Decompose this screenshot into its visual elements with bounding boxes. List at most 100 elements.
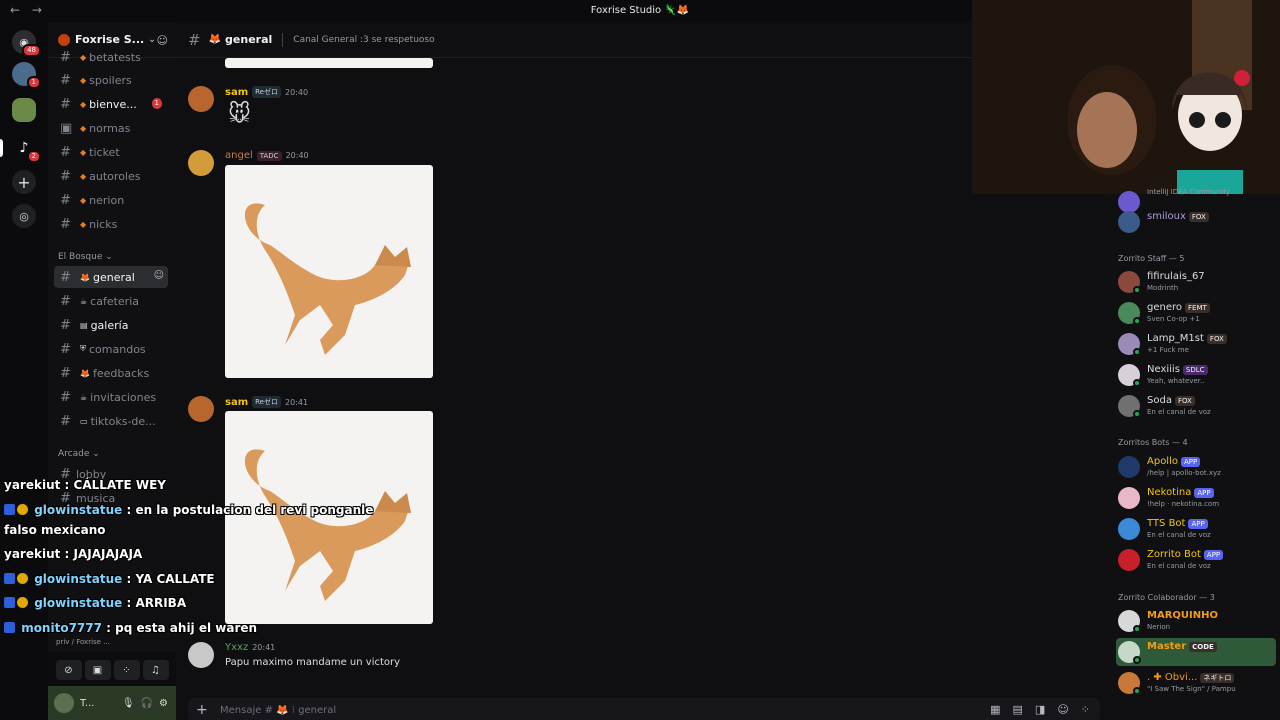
username: T... xyxy=(80,697,95,709)
diamond-icon: ◆ xyxy=(80,195,87,205)
diamond-icon: ◆ xyxy=(80,171,87,181)
member-item[interactable]: TTS Bot APP En el canal de voz xyxy=(1116,515,1276,543)
author-name[interactable]: sam xyxy=(225,397,248,408)
member-item[interactable]: Nekotina APP !help · nekotina.com xyxy=(1116,484,1276,512)
member-item[interactable]: Soda FOX En el canal de voz xyxy=(1116,392,1276,420)
avatar[interactable] xyxy=(188,86,214,112)
diamond-icon: ◆ xyxy=(80,75,87,85)
app-badge: APP xyxy=(1188,519,1208,529)
emoji-icon[interactable]: ☺ xyxy=(1057,703,1068,716)
member-item[interactable]: genero FEMT Sven Co-op +1 xyxy=(1116,299,1276,327)
channel-label: normas xyxy=(89,121,131,135)
category-el-bosque[interactable]: El Bosque ⌄ xyxy=(58,252,113,262)
chat-text: : YA CALLATE xyxy=(126,572,215,586)
member-item[interactable]: Zorrito Bot APP En el canal de voz xyxy=(1116,546,1276,574)
channel-ticket[interactable]: # ◆ ticket xyxy=(54,141,168,163)
member-name: Lamp_M1st FOX xyxy=(1147,333,1227,344)
avatar[interactable] xyxy=(54,693,74,713)
avatar[interactable] xyxy=(188,642,214,668)
channel-spoilers[interactable]: # ◆ spoilers xyxy=(54,69,168,91)
active-server-indicator xyxy=(0,139,3,157)
attachment-image[interactable] xyxy=(225,165,433,378)
message-input[interactable] xyxy=(220,704,820,716)
member-item[interactable]: Apollo APP/help | apollo-bot.xyz xyxy=(1116,453,1276,481)
member-activity: !help · nekotina.com xyxy=(1147,500,1220,508)
channel-label: invitaciones xyxy=(90,390,157,404)
member-item[interactable]: smiloux FOX xyxy=(1116,208,1276,236)
channel-comandos[interactable]: # ⛨ comandos xyxy=(54,338,168,360)
channel-label: ticket xyxy=(89,145,120,159)
discord-home-icon[interactable]: ◉ 48 xyxy=(12,30,41,57)
member-activity: En el canal de voz xyxy=(1147,531,1211,539)
diamond-icon: ◆ xyxy=(80,99,87,109)
channel-invitaciones[interactable]: # ☕ invitaciones xyxy=(54,386,168,408)
member-item[interactable]: fifirulais_67 Modrinth xyxy=(1116,268,1276,296)
discord-app: ← → Foxrise Studio 🦎🦊 ◉ 48 1 ♪ 2 + ◎ Foxri… xyxy=(0,0,1280,720)
microphone-icon[interactable]: 🎙 xyxy=(122,698,135,709)
message-header: sam Reゼロ 20:40 xyxy=(225,86,308,98)
avatar[interactable] xyxy=(188,150,214,176)
message-header: sam Reゼロ 20:41 xyxy=(225,396,308,408)
headphones-icon[interactable]: 🎧 xyxy=(141,698,153,709)
foxrise-server-icon[interactable]: ♪ 2 xyxy=(12,136,41,163)
twitch-chat-overlay: yarekiut : CÁLLATE WEY glowinstatue : en… xyxy=(0,474,373,644)
discover-icon[interactable]: ◎ xyxy=(12,204,36,228)
screen-share-icon[interactable]: ▣ xyxy=(84,660,111,680)
divider xyxy=(282,32,284,47)
chat-line: yarekiut : JAJAJAJAJA xyxy=(4,547,142,561)
author-name[interactable]: sam xyxy=(225,87,248,98)
channel-label: nerion xyxy=(89,193,125,207)
user-status-bar: T... 🎙 🎧 ⚙ xyxy=(48,686,176,720)
member-name-text: Nekotina xyxy=(1147,487,1192,498)
member-item[interactable]: Lamp_M1st FOX +1 Fuck me xyxy=(1116,330,1276,358)
hash-icon: # xyxy=(60,96,71,112)
member-activity: En el canal de voz xyxy=(1147,562,1211,570)
sticker-icon[interactable]: ◨ xyxy=(1035,703,1045,716)
channel-galeria[interactable]: # ▤ galería xyxy=(54,314,168,336)
attachment-image[interactable] xyxy=(225,58,433,68)
member-item[interactable]: Master CODE xyxy=(1116,638,1276,666)
soundboard-icon[interactable]: ♫ xyxy=(142,660,169,680)
member-item[interactable]: Nexiiis SDLC Yeah, whatever.. xyxy=(1116,361,1276,389)
gear-icon[interactable]: ⚙ xyxy=(159,698,168,709)
add-server-icon[interactable]: + xyxy=(12,170,36,194)
chat-user: glowinstatue xyxy=(34,503,123,517)
fox-icon: 🦊 xyxy=(80,272,90,282)
server-avatar-1[interactable]: 1 xyxy=(12,62,41,89)
gif-icon[interactable]: ▤ xyxy=(1013,703,1023,716)
channel-feedbacks[interactable]: # 🦊 feedbacks xyxy=(54,362,168,384)
channel-cafeteria[interactable]: # ☕ cafeteria xyxy=(54,290,168,312)
hash-icon: # xyxy=(188,30,201,49)
category-arcade[interactable]: Arcade ⌄ xyxy=(58,449,100,459)
sticker-image[interactable]: 🐭 xyxy=(228,102,251,127)
channel-label: galería xyxy=(90,318,129,332)
camera-off-icon[interactable]: ⊘ xyxy=(55,660,82,680)
chat-line: yarekiut : CÁLLATE WEY xyxy=(4,478,166,492)
server-avatar-2[interactable] xyxy=(12,98,36,122)
invite-icon[interactable]: ☺ xyxy=(154,270,164,281)
hash-icon: # xyxy=(60,413,71,429)
member-name-text: genero xyxy=(1147,302,1182,313)
channel-nicks[interactable]: # ◆ nicks xyxy=(54,213,168,235)
channel-normas[interactable]: ▣ ◆ normas xyxy=(54,117,168,139)
channel-label: general xyxy=(92,270,135,284)
channel-betatests[interactable]: # ◆ betatests xyxy=(54,46,168,68)
activities-icon[interactable]: ⁘ xyxy=(113,660,140,680)
channel-bienvenida[interactable]: # ◆ bienve... 1 xyxy=(54,93,168,115)
channel-tiktoks[interactable]: # ▭ tiktoks-de... xyxy=(54,410,168,432)
member-activity: /help | apollo-bot.xyz xyxy=(1147,469,1221,477)
chat-user: yarekiut xyxy=(4,478,61,492)
channel-topic[interactable]: Canal General :3 se respetuoso xyxy=(293,35,434,45)
channel-nerion[interactable]: # ◆ nerion xyxy=(54,189,168,211)
category-label: Arcade xyxy=(58,449,90,459)
member-item[interactable]: MARQUINHO Nerion xyxy=(1116,607,1276,635)
apps-icon[interactable]: ⁘ xyxy=(1081,703,1090,716)
avatar[interactable] xyxy=(188,396,214,422)
member-item[interactable]: . ✚ Obvi... ネギトロ "I Saw The Sign" / Pampu xyxy=(1116,669,1276,697)
channel-title: general xyxy=(225,33,273,46)
channel-general[interactable]: # 🦊 general ☺ xyxy=(54,266,168,288)
channel-autoroles[interactable]: # ◆ autoroles xyxy=(54,165,168,187)
gift-icon[interactable]: ▦ xyxy=(990,703,1000,716)
add-attachment-icon[interactable]: + xyxy=(196,702,220,718)
author-name[interactable]: angel xyxy=(225,150,253,161)
